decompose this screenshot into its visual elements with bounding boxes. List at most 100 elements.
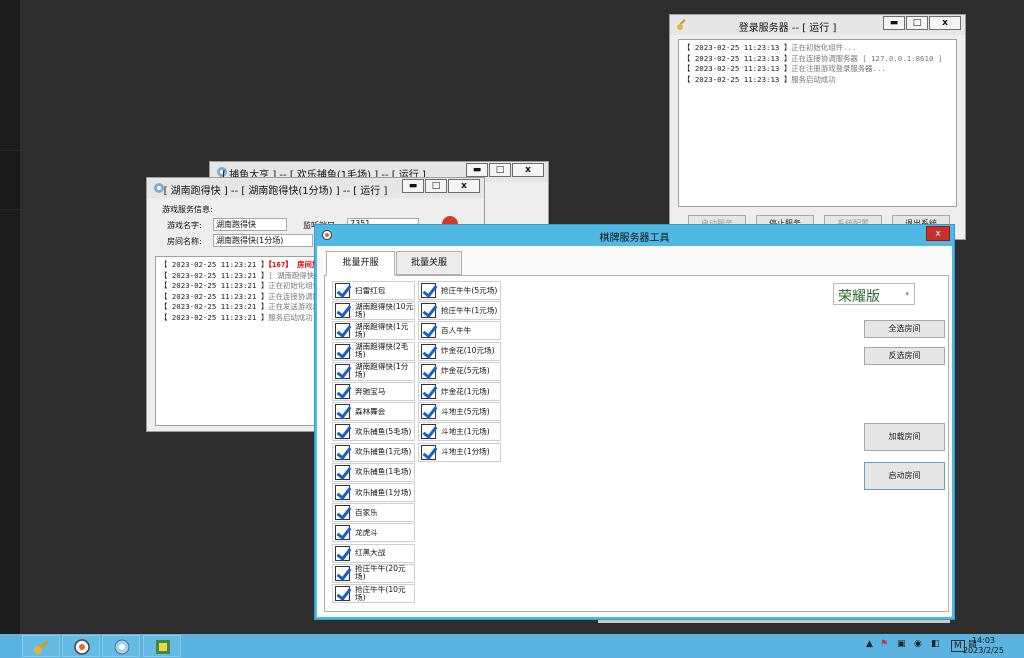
checkmark-icon[interactable]	[335, 505, 350, 521]
room-checkbox-label: 奔驰宝马	[355, 387, 386, 396]
start-rooms-button[interactable]: 启动房间	[864, 462, 945, 490]
checkmark-icon[interactable]	[335, 565, 350, 581]
room-checkbox[interactable]: 奔驰宝马	[332, 382, 415, 401]
tray-network-icon[interactable]: ▣	[897, 639, 906, 649]
tab-batch-start[interactable]: 批量开服	[326, 251, 395, 276]
invert-selection-button[interactable]: 反选房间	[864, 347, 945, 365]
room-checkbox-label: 森林舞会	[355, 407, 386, 416]
checkmark-icon[interactable]	[421, 323, 436, 339]
checkmark-icon[interactable]	[335, 404, 350, 420]
checkmark-icon[interactable]	[421, 363, 436, 379]
log-message: 服务启动成功	[268, 312, 313, 322]
room-checkbox[interactable]: 湖南跑得快(1元场)	[332, 321, 415, 341]
checkmark-icon[interactable]	[421, 303, 436, 319]
checkmark-icon[interactable]	[421, 444, 436, 460]
close-button[interactable]: x	[448, 179, 480, 193]
room-checkbox[interactable]: 抢庄牛牛(20元场)	[332, 563, 415, 583]
log-message: 正在发送游戏房	[268, 302, 320, 312]
close-button[interactable]: x	[512, 163, 544, 177]
log-message: 正在初始化组件...	[791, 43, 857, 52]
maximize-button[interactable]: □	[425, 179, 447, 193]
room-checkbox[interactable]: 炸金花(5元场)	[418, 361, 501, 381]
room-checkbox[interactable]: 欢乐捕鱼(1元场)	[332, 442, 415, 462]
checkmark-icon[interactable]	[335, 586, 350, 601]
checkmark-icon[interactable]	[335, 545, 350, 561]
login-server-window: 登录服务器 -- [ 运行 ] ▬ □ x 【 2023-02-25 11:23…	[669, 14, 966, 240]
minimize-button[interactable]: ▬	[466, 163, 488, 177]
minimize-button[interactable]: ▬	[402, 179, 424, 193]
room-checkbox[interactable]: 红黑大战	[332, 543, 415, 563]
tab-batch-stop[interactable]: 批量关服	[396, 251, 462, 275]
select-all-rooms-button[interactable]: 全选房间	[864, 320, 945, 338]
room-checkbox-label: 百人牛牛	[441, 326, 472, 335]
checkmark-icon[interactable]	[335, 464, 350, 480]
tray-arrow-icon[interactable]: ▲	[866, 639, 873, 649]
game-name-field[interactable]: 湖南跑得快	[213, 218, 287, 231]
room-checkbox-label: 百家乐	[355, 508, 378, 517]
close-button[interactable]: x	[929, 16, 961, 30]
checkmark-icon[interactable]	[335, 363, 350, 379]
checkmark-icon[interactable]	[421, 384, 436, 399]
room-checkbox[interactable]: 斗地主(5元场)	[418, 402, 501, 422]
room-checkbox-label: 湖南跑得快(2毛场)	[355, 343, 409, 360]
close-button[interactable]: x	[926, 226, 950, 241]
room-checkbox[interactable]: 斗地主(1分场)	[418, 442, 501, 462]
login-log-panel[interactable]: 【 2023-02-25 11:23:13 】正在初始化组件... 【 2023-…	[678, 39, 957, 207]
room-checkbox[interactable]: 百人牛牛	[418, 321, 501, 341]
room-checkbox[interactable]: 抢庄牛牛(5元场)	[418, 281, 501, 300]
log-timestamp: 【 2023-02-25 11:23:13 】	[683, 64, 792, 74]
chevron-down-icon: ▾	[905, 290, 909, 298]
minimize-button[interactable]: ▬	[883, 16, 905, 30]
tray-volume-icon[interactable]: ◉	[914, 639, 922, 649]
maximize-button[interactable]: □	[906, 16, 928, 30]
taskbar-tool-app[interactable]	[143, 635, 181, 657]
tray-flag-icon[interactable]: ⚑	[880, 639, 888, 649]
checkmark-icon[interactable]	[335, 444, 350, 460]
edition-select-value: 荣耀版	[838, 289, 880, 305]
edition-select[interactable]: 荣耀版 ▾	[833, 283, 915, 305]
log-line: 【 2023-02-25 11:23:13 】正在连接协调服务器 [ 127.0…	[683, 54, 952, 65]
checkmark-icon[interactable]	[335, 485, 350, 500]
room-checkbox[interactable]: 扫雷红包	[332, 281, 415, 300]
tool-window-scrollbar[interactable]	[598, 620, 950, 623]
room-name-label: 房间名称:	[167, 237, 202, 246]
taskbar-key-app[interactable]	[22, 635, 60, 657]
room-checkbox[interactable]: 湖南跑得快(2毛场)	[332, 341, 415, 361]
load-rooms-button[interactable]: 加载房间	[864, 423, 945, 451]
room-checkbox[interactable]: 欢乐捕鱼(1分场)	[332, 483, 415, 502]
room-checkbox[interactable]: 抢庄牛牛(1元场)	[418, 301, 501, 321]
room-checkbox[interactable]: 湖南跑得快(1分场)	[332, 361, 415, 381]
checkmark-icon[interactable]	[335, 343, 350, 359]
room-name-field[interactable]: 湖南跑得快(1分场)	[213, 234, 313, 247]
maximize-button[interactable]: □	[489, 163, 511, 177]
login-window-titlebar[interactable]: 登录服务器 -- [ 运行 ] ▬ □ x	[670, 15, 965, 35]
room-checkbox[interactable]: 欢乐捕鱼(1毛场)	[332, 462, 415, 482]
checkmark-icon[interactable]	[335, 323, 350, 339]
room-checkbox[interactable]: 龙虎斗	[332, 523, 415, 543]
room-checkbox[interactable]: 欢乐捕鱼(5毛场)	[332, 422, 415, 442]
room-checkbox[interactable]: 炸金花(10元场)	[418, 341, 501, 361]
room-checkbox[interactable]: 百家乐	[332, 503, 415, 523]
checkmark-icon[interactable]	[335, 283, 350, 298]
room-checkbox[interactable]: 抢庄牛牛(10元场)	[332, 584, 415, 603]
checkmark-icon[interactable]	[335, 303, 350, 319]
log-timestamp: 【 2023-02-25 11:23:13 】	[683, 53, 792, 63]
log-timestamp: 【 2023-02-25 11:23:21 】	[160, 302, 269, 312]
taskbar-server-app[interactable]	[102, 635, 140, 657]
checkmark-icon[interactable]	[335, 525, 350, 541]
checkmark-icon[interactable]	[335, 424, 350, 440]
checkmark-icon[interactable]	[421, 343, 436, 359]
log-line: 【 2023-02-25 11:23:13 】服务启动成功	[683, 75, 952, 86]
checkmark-icon[interactable]	[335, 384, 350, 399]
hunan-window-titlebar[interactable]: [ 湖南跑得快 ] -- [ 湖南跑得快(1分场) ] -- [ 运行 ] ▬ …	[147, 178, 484, 198]
checkmark-icon[interactable]	[421, 404, 436, 420]
tray-ime-icon[interactable]: ◧	[931, 639, 940, 649]
checkmark-icon[interactable]	[421, 424, 436, 440]
room-checkbox[interactable]: 斗地主(1元场)	[418, 422, 501, 442]
taskbar-gear-app[interactable]	[62, 635, 100, 657]
taskbar-clock[interactable]: 14:03 2023/2/25	[963, 636, 1004, 656]
room-checkbox[interactable]: 炸金花(1元场)	[418, 382, 501, 401]
room-checkbox[interactable]: 湖南跑得快(10元场)	[332, 301, 415, 321]
room-checkbox[interactable]: 森林舞会	[332, 402, 415, 422]
checkmark-icon[interactable]	[421, 283, 436, 298]
